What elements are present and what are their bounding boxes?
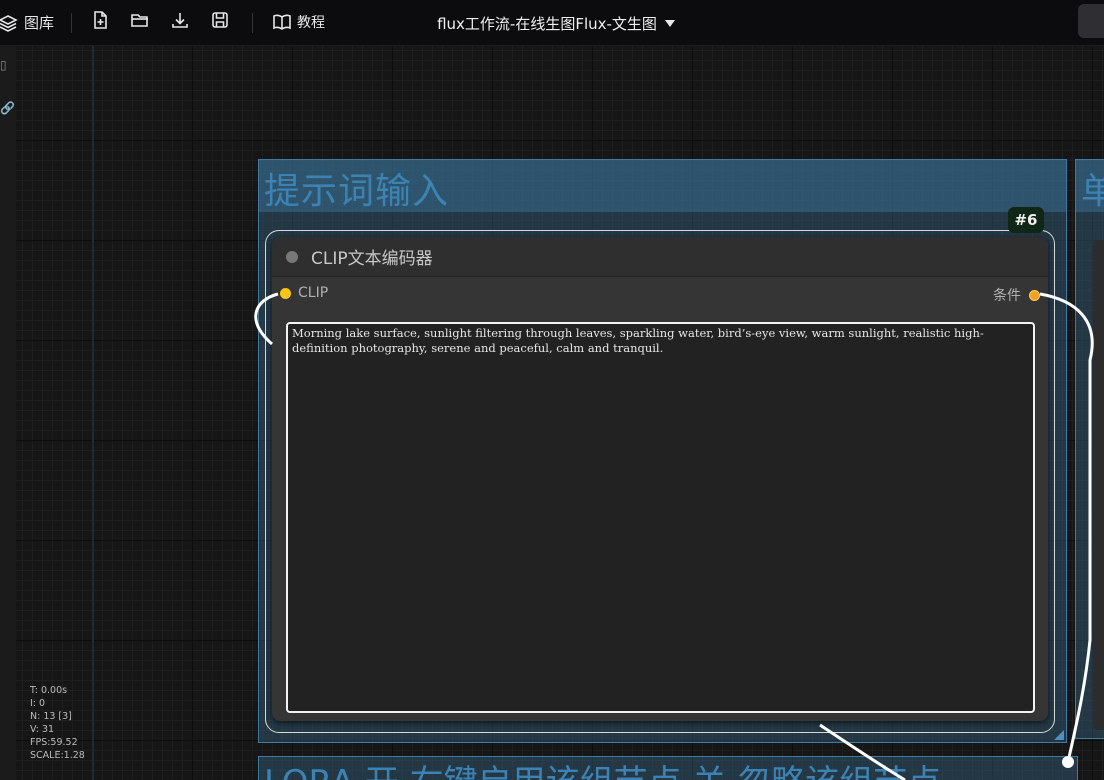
stat-v: V: 31 [30, 724, 55, 735]
new-file-icon[interactable] [90, 10, 110, 30]
output-slot-conditioning[interactable]: 条件 [993, 285, 1040, 305]
stat-n: N: 13 [3] [30, 711, 72, 722]
collapse-dot-icon[interactable] [286, 250, 298, 263]
group-lora[interactable]: LORA 开 右键启用该组节点 关 忽略该组节点 [258, 756, 1078, 780]
stat-i: I: 0 [30, 698, 46, 709]
workflow-title-wrap: flux工作流-在线生图Flux-文生图 [0, 0, 1104, 46]
output-slot-label: 条件 [993, 288, 1021, 304]
node-title: CLIP文本编码器 [311, 249, 433, 269]
book-icon [272, 12, 292, 32]
group-right-partial[interactable]: 单 [1075, 159, 1104, 739]
input-slot-dot-icon[interactable] [280, 287, 291, 299]
tutorial-button[interactable]: 教程 [272, 12, 325, 32]
prompt-textarea[interactable]: Morning lake surface, sunlight filtering… [286, 322, 1035, 713]
left-sidebar-strip: ▯ 🔗 [0, 46, 16, 780]
output-slot-dot-icon[interactable] [1029, 289, 1040, 301]
layers-icon [0, 13, 18, 33]
toolbar-separator [71, 13, 72, 33]
toolbar-separator [252, 13, 253, 33]
top-toolbar: 图库 教程 flux工作流-在线生图Flux-文生图 [0, 0, 1104, 46]
folder-open-icon[interactable] [130, 10, 150, 30]
sidebar-panel-icon[interactable]: ▯ [0, 58, 7, 72]
workflow-title[interactable]: flux工作流-在线生图Flux-文生图 [437, 13, 657, 34]
stat-time: T: 0.00s [30, 685, 68, 696]
input-slot-clip[interactable]: CLIP [280, 285, 328, 301]
sidebar-link-icon[interactable]: 🔗 [0, 101, 15, 115]
stat-scale: SCALE:1.28 [30, 750, 85, 761]
canvas-guide-line [92, 46, 94, 780]
clip-text-encode-node[interactable]: CLIP文本编码器 CLIP 条件 Morning lake surface, … [272, 237, 1048, 721]
canvas-stats: T: 0.00s I: 0 N: 13 [3] V: 31 FPS:59.52 … [30, 684, 85, 762]
node-id-badge: #6 [1008, 207, 1044, 233]
caret-down-icon[interactable] [664, 19, 675, 27]
group-resize-handle[interactable] [1054, 730, 1064, 740]
tutorial-label: 教程 [297, 15, 325, 31]
download-icon[interactable] [170, 10, 190, 30]
menu-button[interactable] [1078, 4, 1104, 38]
library-button[interactable]: 图库 [0, 12, 54, 33]
group-title: LORA 开 右键启用该组节点 关 忽略该组节点 [264, 755, 941, 780]
save-icon[interactable] [210, 10, 230, 30]
node-header[interactable]: CLIP文本编码器 [272, 237, 1048, 277]
app-root: ▯ 🔗 图库 教程 flux工作流-在线生图Flux-文生图 提示词输入 单 #… [0, 0, 1104, 780]
group-title: 提示词输入 [264, 171, 450, 212]
library-label: 图库 [24, 14, 55, 32]
partial-node[interactable] [1093, 240, 1104, 730]
group-title: 单 [1081, 171, 1104, 212]
stat-fps: FPS:59.52 [30, 737, 78, 748]
input-slot-label: CLIP [298, 285, 329, 301]
